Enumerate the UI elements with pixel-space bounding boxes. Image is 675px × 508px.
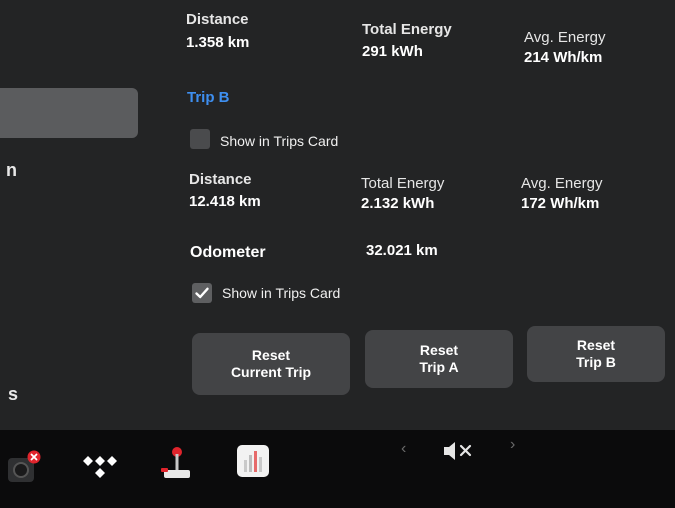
sidebar-item-label[interactable]: n [6, 160, 17, 181]
trip-b-energy-value: 2.132 kWh [361, 195, 435, 212]
mute-icon[interactable] [442, 440, 476, 467]
chevron-left-icon[interactable]: ‹ [401, 440, 406, 458]
trip-b-distance-label: Distance [189, 171, 252, 188]
trip-b-show-checkbox[interactable] [190, 129, 210, 149]
tidal-icon[interactable] [82, 454, 118, 487]
button-label-line: Reset [419, 342, 459, 358]
button-label-line: Reset [576, 337, 616, 353]
button-label-line: Current Trip [230, 364, 312, 380]
button-label-line: Trip B [576, 354, 616, 370]
button-label-line: Reset [251, 347, 291, 363]
reset-trip-b-button[interactable]: Reset Trip B [527, 326, 665, 382]
sidebar-selected-item[interactable] [0, 88, 138, 138]
trip-b-energy-label: Total Energy [361, 175, 445, 192]
trip-b-distance-value: 12.418 km [189, 193, 261, 210]
trip-a-energy-label: Total Energy [362, 21, 452, 38]
trip-a-distance-value: 1.358 km [186, 34, 250, 51]
camera-icon[interactable] [8, 450, 44, 491]
trips-screen: n s Distance 1.358 km Total Energy 291 k… [0, 0, 675, 430]
odometer-show-label[interactable]: Show in Trips Card [222, 285, 340, 301]
trip-a-avg-label: Avg. Energy [524, 29, 606, 46]
trip-b-show-label[interactable]: Show in Trips Card [220, 133, 338, 149]
odometer-show-checkbox[interactable] [192, 283, 212, 303]
taskbar: ‹ › [0, 430, 675, 508]
button-label-line: Trip A [419, 359, 459, 375]
checkmark-icon [195, 287, 209, 299]
reset-trip-a-button[interactable]: Reset Trip A [365, 330, 513, 388]
chevron-right-icon[interactable]: › [510, 436, 515, 454]
odometer-value: 32.021 km [366, 242, 438, 259]
trip-b-heading: Trip B [187, 89, 230, 106]
energy-app-icon[interactable] [236, 444, 270, 483]
joystick-icon[interactable] [160, 444, 194, 487]
trip-a-avg-value: 214 Wh/km [524, 49, 603, 66]
sidebar-item-label[interactable]: s [8, 384, 18, 405]
trip-b-avg-label: Avg. Energy [521, 175, 603, 192]
reset-current-trip-button[interactable]: Reset Current Trip [192, 333, 350, 395]
trip-a-energy-value: 291 kWh [362, 43, 423, 60]
odometer-label: Odometer [190, 244, 266, 261]
trip-a-distance-label: Distance [186, 11, 249, 28]
trip-b-avg-value: 172 Wh/km [521, 195, 600, 212]
